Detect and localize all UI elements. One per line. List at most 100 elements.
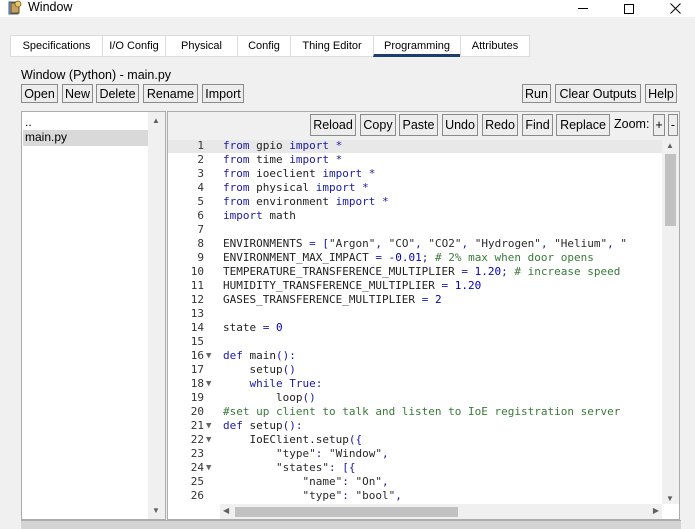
fold-toggle-icon[interactable]: ▼ — [206, 461, 216, 475]
file-list-scrollbar[interactable]: ▲ ▼ — [148, 112, 165, 519]
code-text: TEMPERATURE_TRANSFERENCE_MULTIPLIER = 1.… — [223, 265, 621, 278]
fold-toggle-icon[interactable]: ▼ — [206, 349, 216, 363]
scroll-up-icon[interactable]: ▲ — [666, 141, 674, 150]
fold-toggle-icon[interactable]: ▼ — [206, 377, 216, 391]
tab-programming[interactable]: Programming — [373, 35, 460, 57]
code-text: "name": "On", — [302, 475, 389, 488]
line-number: 20 — [190, 405, 204, 418]
code-line[interactable]: 15 — [168, 335, 662, 349]
scroll-down-icon[interactable]: ▼ — [152, 506, 160, 515]
code-line[interactable]: 11 HUMIDITY_TRANSFERENCE_MULTIPLIER = 1.2… — [168, 279, 662, 293]
code-line[interactable]: 4 from physical import * — [168, 181, 662, 195]
line-number: 23 — [190, 447, 204, 460]
code-line[interactable]: 3 from ioeclient import * — [168, 167, 662, 181]
window-app-icon — [8, 0, 22, 15]
code-line[interactable]: 6 import math — [168, 209, 662, 223]
code-text: from ioeclient import * — [223, 167, 376, 180]
line-number: 16 — [190, 349, 204, 362]
tab-attributes[interactable]: Attributes — [460, 35, 530, 57]
code-line[interactable]: 24 ▼ "states": [{ — [168, 461, 662, 475]
line-number: 17 — [190, 363, 204, 376]
minimize-button[interactable] — [560, 0, 606, 17]
editor-vertical-scrollbar[interactable]: ▲ ▼ — [662, 140, 679, 504]
import-button[interactable]: Import — [202, 84, 244, 103]
undo-button[interactable]: Undo — [442, 114, 478, 136]
scroll-left-icon[interactable]: ◀ — [223, 506, 229, 515]
file-list: .. main.py ▲ ▼ — [21, 111, 166, 520]
code-line[interactable]: 7 — [168, 223, 662, 237]
title-bar: Window — [0, 0, 695, 17]
scroll-down-icon[interactable]: ▼ — [666, 494, 674, 503]
code-line[interactable]: 25 "name": "On", — [168, 475, 662, 489]
code-line[interactable]: 17 setup() — [168, 363, 662, 377]
new-button[interactable]: New — [62, 84, 93, 103]
code-text: #set up client to talk and listen to IoE… — [223, 405, 621, 418]
code-line[interactable]: 2 from time import * — [168, 153, 662, 167]
scroll-right-icon[interactable]: ▶ — [653, 506, 659, 515]
code-line[interactable]: 5 from environment import * — [168, 195, 662, 209]
code-line[interactable]: 19 loop() — [168, 391, 662, 405]
code-line[interactable]: 22 ▼ IoEClient.setup({ — [168, 433, 662, 447]
file-list-item-main-py[interactable]: main.py — [23, 130, 148, 146]
output-panel-edge — [21, 520, 681, 529]
close-button[interactable] — [652, 0, 695, 17]
code-text: HUMIDITY_TRANSFERENCE_MULTIPLIER = 1.20 — [223, 279, 482, 292]
fold-toggle-icon[interactable]: ▼ — [206, 419, 216, 433]
run-button[interactable]: Run — [522, 84, 551, 103]
code-line[interactable]: 1 from gpio import * — [168, 140, 662, 153]
tab-io-config[interactable]: I/O Config — [102, 35, 165, 57]
copy-button[interactable]: Copy — [360, 114, 396, 136]
tab-physical[interactable]: Physical — [165, 35, 237, 57]
code-text: loop() — [223, 391, 316, 404]
delete-button[interactable]: Delete — [96, 84, 139, 103]
code-text: ENVIRONMENTS = ["Argon", "CO", "CO2", "H… — [223, 237, 628, 250]
clear-outputs-button[interactable]: Clear Outputs — [555, 84, 641, 103]
redo-button[interactable]: Redo — [482, 114, 518, 136]
scroll-up-icon[interactable]: ▲ — [152, 116, 160, 125]
maximize-button[interactable] — [606, 0, 652, 17]
zoom-in-button[interactable]: + — [653, 114, 665, 136]
tab-specifications[interactable]: Specifications — [10, 35, 102, 57]
tab-thing-editor[interactable]: Thing Editor — [290, 35, 373, 57]
reload-button[interactable]: Reload — [310, 114, 356, 136]
file-list-item-parent[interactable]: .. — [23, 115, 148, 131]
code-line[interactable]: 14 state = 0 — [168, 321, 662, 335]
code-line[interactable]: 20 #set up client to talk and listen to I… — [168, 405, 662, 419]
code-line[interactable]: 26 "type": "bool", — [168, 489, 662, 503]
code-line[interactable]: 23 "type": "Window", — [168, 447, 662, 461]
horizontal-scroll-thumb[interactable] — [235, 507, 458, 517]
fold-toggle-icon[interactable]: ▼ — [206, 433, 216, 447]
code-text: state = 0 — [223, 321, 283, 334]
line-number: 21 — [190, 419, 204, 432]
zoom-out-button[interactable]: - — [668, 114, 678, 136]
minimize-icon — [578, 8, 588, 9]
window-title: Window — [28, 0, 73, 14]
help-button[interactable]: Help — [645, 84, 677, 103]
line-number: 25 — [190, 475, 204, 488]
line-number: 10 — [190, 265, 204, 278]
code-line[interactable]: 16 ▼ def main(): — [168, 349, 662, 363]
code-line[interactable]: 13 — [168, 307, 662, 321]
code-line[interactable]: 8 ENVIRONMENTS = ["Argon", "CO", "CO2", "… — [168, 237, 662, 251]
open-button[interactable]: Open — [21, 84, 58, 103]
rename-button[interactable]: Rename — [143, 84, 198, 103]
editor-horizontal-scrollbar[interactable]: ◀ ▶ — [220, 504, 662, 519]
zoom-label: Zoom: — [614, 117, 650, 131]
tab-config[interactable]: Config — [237, 35, 290, 57]
close-icon — [669, 3, 681, 14]
line-number: 4 — [197, 181, 204, 194]
paste-button[interactable]: Paste — [399, 114, 438, 136]
code-line[interactable]: 10 TEMPERATURE_TRANSFERENCE_MULTIPLIER = … — [168, 265, 662, 279]
line-number: 11 — [190, 279, 204, 292]
code-line[interactable]: 12 GASES_TRANSFERENCE_MULTIPLIER = 2 — [168, 293, 662, 307]
line-number: 12 — [190, 293, 204, 306]
replace-button[interactable]: Replace — [556, 114, 610, 136]
code-text: from physical import * — [223, 181, 369, 194]
code-line[interactable]: 9 ENVIRONMENT_MAX_IMPACT = -0.01; # 2% ma… — [168, 251, 662, 265]
code-text: from gpio import * — [223, 140, 343, 152]
vertical-scroll-thumb[interactable] — [665, 154, 676, 226]
code-line[interactable]: 18 ▼ while True: — [168, 377, 662, 391]
find-button[interactable]: Find — [522, 114, 553, 136]
code-line[interactable]: 21 ▼ def setup(): — [168, 419, 662, 433]
code-area[interactable]: 1 from gpio import * 2 from time import * 3 f… — [168, 140, 662, 504]
